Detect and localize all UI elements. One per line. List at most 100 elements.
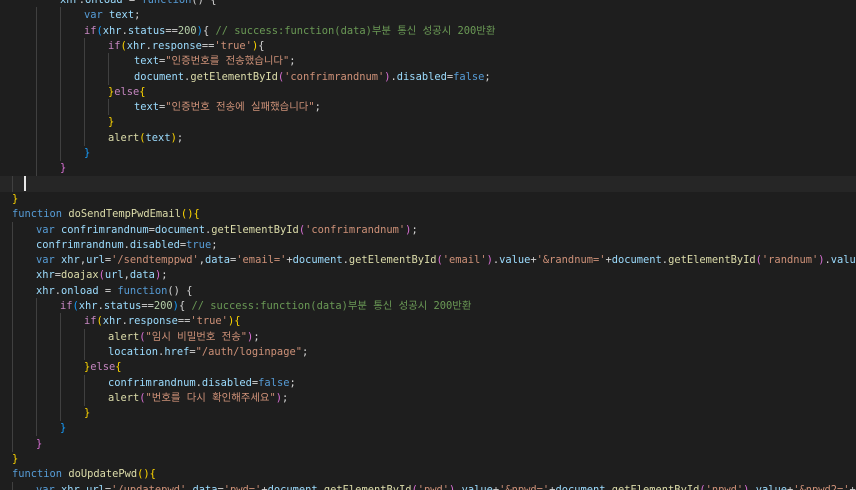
code-text: if(xhr.response=='true'){ bbox=[84, 313, 240, 329]
code-token: alert bbox=[108, 391, 140, 404]
code-token: else bbox=[90, 361, 116, 374]
code-line[interactable]: if(xhr.response=='true'){ bbox=[0, 37, 856, 54]
code-line[interactable]: } bbox=[0, 191, 856, 207]
indent-guide bbox=[36, 22, 37, 39]
code-token: text bbox=[134, 55, 160, 68]
code-line[interactable]: var confrimrandnum=document.getElementBy… bbox=[0, 221, 856, 238]
code-token: 200 bbox=[153, 300, 173, 312]
indent-guide bbox=[36, 313, 37, 330]
indent-guide bbox=[60, 68, 61, 85]
indent-guide bbox=[60, 83, 61, 100]
code-line[interactable]: xhr.onload = function() { bbox=[0, 282, 856, 299]
code-token: '&npwd2=' bbox=[793, 483, 850, 490]
code-text: text="인증번호를 전송했습니다"; bbox=[134, 53, 295, 69]
code-line[interactable]: alert("임시 비밀번호 전송"); bbox=[0, 328, 856, 345]
indent-guide bbox=[12, 343, 13, 360]
code-token: 'true' bbox=[190, 315, 228, 328]
indent-guide bbox=[36, 405, 37, 422]
code-token: getElementById bbox=[323, 483, 412, 490]
code-line[interactable]: document.getElementById('confrimrandnum'… bbox=[0, 68, 856, 85]
indent-guide bbox=[36, 114, 37, 131]
code-token: "/auth/loginpage" bbox=[195, 345, 302, 358]
indent-guide bbox=[60, 343, 61, 360]
code-line[interactable]: var xhr,url='/updatepwd',data='pwd='+doc… bbox=[0, 481, 856, 490]
code-token: status bbox=[127, 24, 166, 37]
code-line[interactable]: if(xhr.response=='true'){ bbox=[0, 313, 856, 330]
code-token: getElementById bbox=[348, 254, 437, 267]
code-token: } bbox=[12, 453, 19, 465]
indent-guide bbox=[36, 343, 37, 360]
indent-guide bbox=[12, 420, 13, 437]
indent-guide bbox=[12, 298, 13, 314]
code-token: } bbox=[60, 422, 67, 435]
code-line[interactable]: var text; bbox=[0, 7, 856, 24]
code-token: alert bbox=[108, 330, 140, 343]
code-line[interactable]: } bbox=[0, 160, 856, 177]
indent-guide bbox=[108, 99, 109, 116]
code-line[interactable] bbox=[0, 175, 856, 192]
code-token: xhr bbox=[102, 24, 122, 37]
code-line[interactable]: }else{ bbox=[0, 83, 856, 100]
code-token: value bbox=[755, 483, 787, 490]
indent-guide bbox=[84, 37, 85, 54]
code-token: xhr bbox=[61, 483, 80, 490]
code-token: value bbox=[499, 254, 531, 267]
code-line[interactable]: } bbox=[0, 114, 856, 131]
code-token: "인증번호 전송에 실패했습니다" bbox=[165, 101, 315, 114]
code-token: document bbox=[292, 254, 343, 267]
code-line[interactable]: function doUpdatePwd(){ bbox=[0, 466, 856, 482]
code-token: == bbox=[201, 39, 215, 52]
code-line[interactable]: } bbox=[0, 405, 856, 422]
code-token: 'randnum' bbox=[761, 254, 819, 267]
code-line[interactable]: function doSendTempPwdEmail(){ bbox=[0, 206, 856, 222]
code-token: 'pwd' bbox=[417, 483, 450, 490]
code-line[interactable]: } bbox=[0, 420, 856, 437]
code-line[interactable]: text="인증번호 전송에 실패했습니다"; bbox=[0, 99, 856, 116]
code-token: confrimrandnum bbox=[36, 238, 124, 251]
code-token: { bbox=[202, 24, 216, 37]
code-line[interactable]: } bbox=[0, 435, 856, 452]
indent-guide bbox=[36, 7, 37, 24]
code-line[interactable]: if(xhr.status==200){ // success:function… bbox=[0, 22, 856, 39]
code-token: () { bbox=[167, 284, 193, 297]
code-token: 200 bbox=[177, 24, 197, 37]
code-line[interactable]: }else{ bbox=[0, 359, 856, 376]
code-text: } bbox=[84, 145, 90, 161]
code-line[interactable]: var xhr,url='/sendtemppwd',data='email='… bbox=[0, 252, 856, 269]
code-token: disabled bbox=[129, 238, 180, 251]
code-token: response bbox=[127, 315, 178, 328]
code-token: if bbox=[84, 24, 97, 37]
code-line[interactable]: } bbox=[0, 145, 856, 161]
indent-guide bbox=[60, 405, 61, 422]
code-text: function doSendTempPwdEmail(){ bbox=[12, 206, 200, 222]
code-line[interactable]: if(xhr.status==200){ // success:function… bbox=[0, 298, 856, 314]
indent-guide bbox=[36, 359, 37, 376]
code-token: // success:function(data)부분 통신 성공시 200반환 bbox=[191, 300, 472, 312]
code-token: if bbox=[60, 300, 73, 312]
code-token: { bbox=[193, 208, 200, 221]
code-line[interactable]: text="인증번호를 전송했습니다"; bbox=[0, 53, 856, 70]
code-line[interactable]: xhr=doajax(url,data); bbox=[0, 267, 856, 284]
indent-guide bbox=[12, 359, 13, 376]
code-line[interactable]: } bbox=[0, 451, 856, 467]
code-token: location bbox=[108, 345, 159, 358]
code-line[interactable]: alert("번호를 다시 확인해주세요"); bbox=[0, 389, 856, 406]
code-token: href bbox=[164, 345, 190, 358]
code-token: xhr bbox=[60, 0, 79, 6]
code-token: ; bbox=[176, 131, 184, 144]
code-line[interactable]: confrimrandnum.disabled=false; bbox=[0, 374, 856, 391]
indent-guide bbox=[60, 22, 61, 39]
code-token: doajax bbox=[61, 269, 99, 282]
code-token: 'true' bbox=[214, 39, 252, 52]
indent-guide bbox=[84, 389, 85, 406]
code-line[interactable]: location.href="/auth/loginpage"; bbox=[0, 343, 856, 360]
code-token: response bbox=[151, 39, 202, 52]
code-token: } bbox=[60, 162, 67, 175]
code-token: else bbox=[114, 85, 140, 98]
code-text: } bbox=[108, 114, 114, 130]
code-token: document bbox=[611, 254, 662, 267]
code-line[interactable]: alert(text); bbox=[0, 129, 856, 146]
code-editor[interactable]: xhr.onload = function() {var text; if(xhr… bbox=[0, 0, 856, 490]
code-line[interactable]: confrimrandnum.disabled=true; bbox=[0, 236, 856, 253]
code-token: false bbox=[258, 376, 290, 389]
